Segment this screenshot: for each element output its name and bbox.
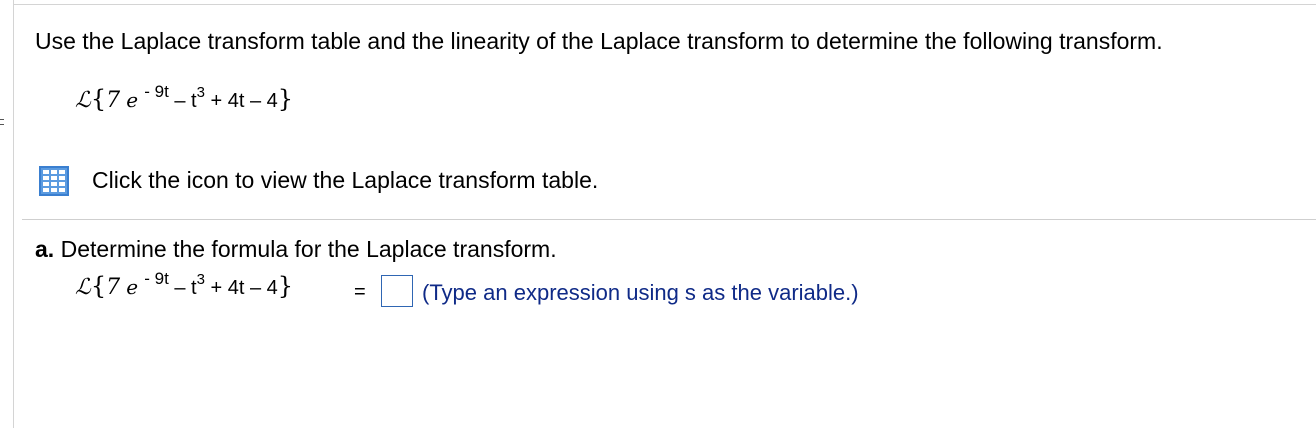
coefficient: 7: [106, 88, 121, 113]
equals-sign: =: [354, 281, 366, 303]
left-border: [13, 0, 14, 428]
exp-base: e: [126, 275, 139, 299]
term-t: – t: [168, 277, 197, 299]
open-brace: {: [90, 272, 107, 300]
laplace-operator: ℒ: [75, 88, 91, 113]
term-tail: + 4t – 4: [204, 277, 278, 299]
term-t: – t: [168, 90, 197, 112]
laplace-operator: ℒ: [75, 275, 91, 300]
coefficient: 7: [106, 275, 121, 300]
section-divider: [22, 219, 1316, 220]
close-brace: }: [277, 272, 294, 300]
power: 3: [196, 271, 205, 288]
transform-expression: ℒ{7 e - 9t – t3 + 4t – 4}: [75, 82, 294, 113]
table-grid-icon[interactable]: [39, 166, 69, 196]
resize-handle-mark: [0, 124, 4, 125]
part-a-prompt: a. Determine the formula for the Laplace…: [35, 236, 557, 263]
term-tail: + 4t – 4: [204, 90, 278, 112]
resize-handle-mark: [0, 119, 4, 120]
top-border: [14, 4, 1316, 5]
answer-hint: (Type an expression using s as the varia…: [422, 280, 859, 305]
exponent: - 9t: [144, 82, 169, 101]
part-label: a.: [35, 236, 55, 262]
power: 3: [196, 84, 205, 101]
exp-base: e: [126, 88, 139, 112]
answer-input[interactable]: [381, 275, 413, 307]
close-brace: }: [277, 85, 294, 113]
question-instruction: Use the Laplace transform table and the …: [35, 28, 1163, 54]
exponent: - 9t: [144, 269, 169, 288]
part-prompt-text: Determine the formula for the Laplace tr…: [60, 236, 557, 262]
open-brace: {: [90, 85, 107, 113]
answer-expression: ℒ{7 e - 9t – t3 + 4t – 4}: [75, 269, 294, 300]
table-link-text[interactable]: Click the icon to view the Laplace trans…: [92, 167, 598, 194]
